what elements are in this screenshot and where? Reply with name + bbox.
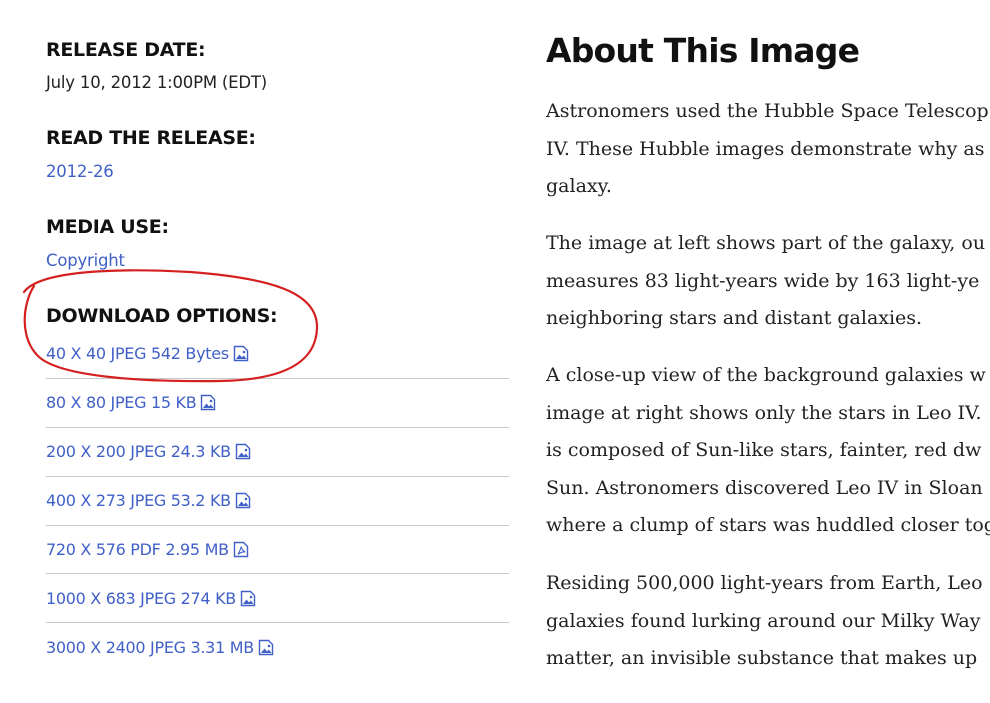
download-link[interactable]: 80 X 80 JPEG 15 KB [46,393,216,412]
paragraph-line: The image at left shows part of the gala… [546,232,986,254]
image-file-icon [258,640,274,656]
download-link-label: 40 X 40 JPEG 542 Bytes [46,344,229,364]
download-link-label: 200 X 200 JPEG 24.3 KB [46,442,231,462]
download-option: 3000 X 2400 JPEG 3.31 MB [46,623,509,672]
about-paragraph: The image at left shows part of the gala… [546,225,990,338]
download-option: 1000 X 683 JPEG 274 KB [46,574,509,624]
paragraph-line: Residing 500,000 light-years from Earth,… [546,572,983,594]
download-link[interactable]: 200 X 200 JPEG 24.3 KB [46,442,251,461]
download-options-label: DOWNLOAD OPTIONS: [46,305,278,327]
paragraph-line: image at right shows only the stars in L… [546,401,982,424]
paragraph-line: is composed of Sun-like stars, fainter, … [546,439,982,461]
download-link-label: 80 X 80 JPEG 15 KB [46,393,197,413]
paragraph-line: Sun. Astronomers discovered Leo IV in Sl… [546,476,983,499]
about-paragraph: Astronomers used the Hubble Space Telesc… [546,93,990,206]
read-release-label: READ THE RELEASE: [46,127,256,149]
copyright-link[interactable]: Copyright [46,251,125,270]
download-link[interactable]: 400 X 273 JPEG 53.2 KB [46,491,251,510]
read-release-link[interactable]: 2012-26 [46,162,114,181]
image-file-icon [240,590,256,607]
download-option: 80 X 80 JPEG 15 KB [46,379,509,428]
image-file-icon [233,346,249,362]
about-section: About This Image Astronomers used the Hu… [546,0,990,703]
paragraph-line: galaxy. [546,175,612,197]
paragraph-line: neighboring stars and distant galaxies. [546,307,923,329]
download-option: 400 X 273 JPEG 53.2 KB [46,477,509,526]
download-link-label: 720 X 576 PDF 2.95 MB [46,540,229,559]
paragraph-line: measures 83 light-years wide by 163 ligh… [546,269,980,292]
paragraph-line: matter, an invisible substance that make… [546,647,978,669]
paragraph-line: A close-up view of the background galaxi… [546,364,986,386]
download-link-label: 3000 X 2400 JPEG 3.31 MB [46,638,254,658]
download-link[interactable]: 720 X 576 PDF 2.95 MB [46,540,249,559]
pdf-file-icon [233,541,248,558]
about-paragraph: A close-up view of the background galaxi… [546,357,990,545]
paragraph-line: Astronomers used the Hubble Space Telesc… [546,100,989,122]
release-date-label: RELEASE DATE: [46,39,206,61]
download-link[interactable]: 1000 X 683 JPEG 274 KB [46,589,256,608]
download-link-label: 400 X 273 JPEG 53.2 KB [46,491,231,511]
image-file-icon [235,444,251,460]
release-date-value: July 10, 2012 1:00PM (EDT) [46,73,268,92]
download-link-label: 1000 X 683 JPEG 274 KB [46,588,236,608]
about-title: About This Image [546,31,860,70]
download-option: 720 X 576 PDF 2.95 MB [46,526,509,575]
media-use-label: MEDIA USE: [46,216,169,238]
paragraph-line: IV. These Hubble images demonstrate why … [546,137,985,160]
image-file-icon [201,395,216,411]
download-option: 200 X 200 JPEG 24.3 KB [46,428,509,477]
image-file-icon [235,492,251,509]
download-link[interactable]: 40 X 40 JPEG 542 Bytes [46,344,249,363]
paragraph-line: galaxies found lurking around our Milky … [546,609,981,632]
paragraph-line: where a clump of stars was huddled close… [546,514,990,536]
download-option: 40 X 40 JPEG 542 Bytes [46,330,509,379]
download-options-list: 40 X 40 JPEG 542 Bytes 80 X 80 JPEG 15 K… [46,330,509,672]
download-link[interactable]: 3000 X 2400 JPEG 3.31 MB [46,638,274,657]
about-paragraph: Residing 500,000 light-years from Earth,… [546,565,990,678]
